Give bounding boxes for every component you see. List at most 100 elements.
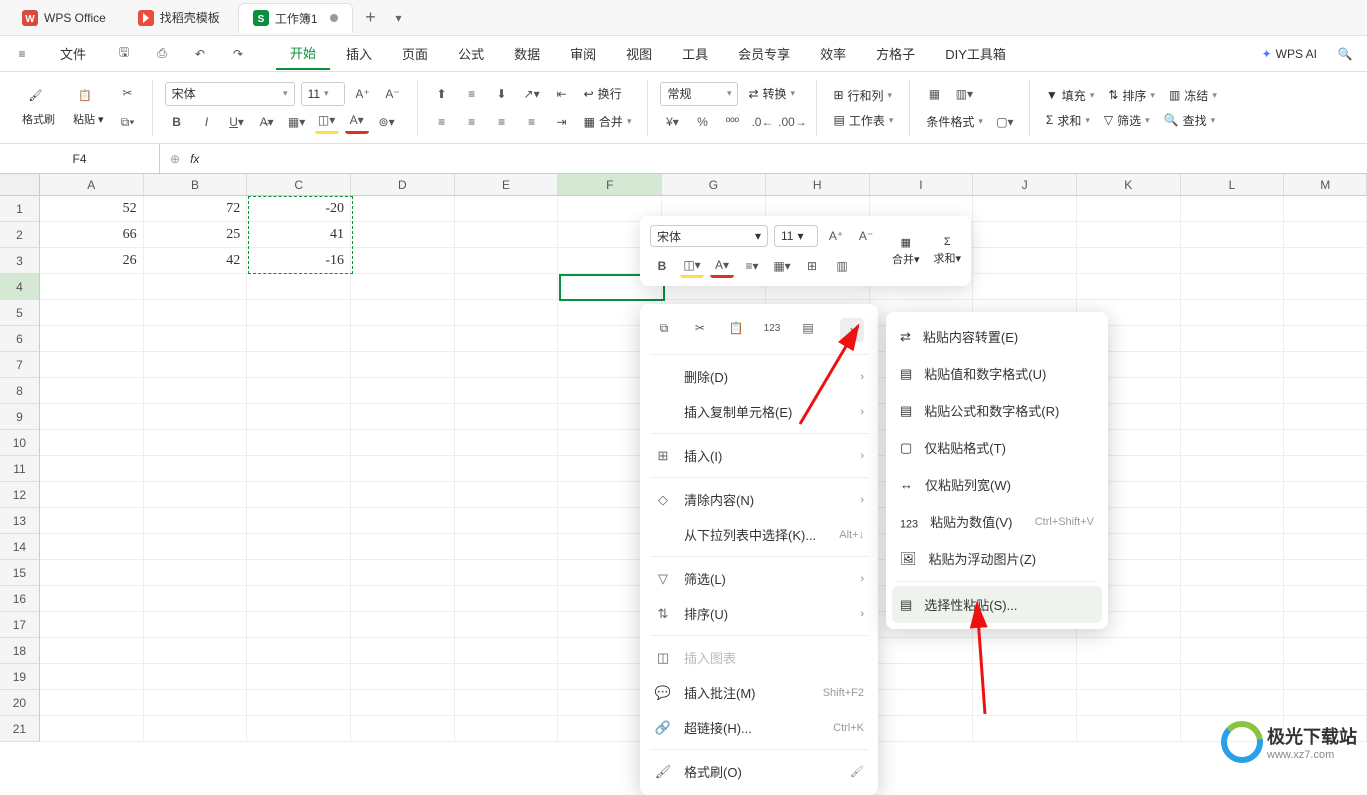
align-left-icon[interactable]: ≡ — [430, 110, 454, 134]
clear-format-icon[interactable]: ▢▾ — [993, 110, 1017, 134]
col-header-A[interactable]: A — [40, 174, 144, 195]
cell-L19[interactable] — [1181, 664, 1285, 690]
cell-D11[interactable] — [351, 456, 455, 482]
cell-D1[interactable] — [351, 196, 455, 222]
cell-M14[interactable] — [1284, 534, 1367, 560]
align-right-icon[interactable]: ≡ — [490, 110, 514, 134]
cell-B13[interactable] — [144, 508, 248, 534]
number-format-combo[interactable]: 常规▾ — [660, 82, 738, 106]
tab-menu-button[interactable]: ▾ — [385, 4, 413, 32]
cell-A5[interactable] — [40, 300, 144, 326]
select-all-corner[interactable] — [0, 174, 40, 195]
cell-C7[interactable] — [247, 352, 351, 378]
cell-M11[interactable] — [1284, 456, 1367, 482]
underline-icon[interactable]: U▾ — [225, 110, 249, 134]
sub-formula-number[interactable]: ▤粘贴公式和数字格式(R) — [886, 392, 1108, 429]
cell-J3[interactable] — [973, 248, 1077, 274]
mini-border-icon[interactable]: ▦▾ — [770, 254, 794, 278]
menu-review[interactable]: 审阅 — [556, 38, 610, 69]
row-header-4[interactable]: 4 — [0, 274, 40, 300]
cell-D21[interactable] — [351, 716, 455, 742]
cell-C14[interactable] — [247, 534, 351, 560]
rowcol-button[interactable]: ⊞行和列▾ — [829, 85, 896, 106]
cell-L4[interactable] — [1181, 274, 1285, 300]
filter-button[interactable]: ▽筛选▾ — [1100, 110, 1154, 131]
row-header-17[interactable]: 17 — [0, 612, 40, 638]
cell-L20[interactable] — [1181, 690, 1285, 716]
cell-L7[interactable] — [1181, 352, 1285, 378]
strikethrough-icon[interactable]: A̶▾ — [255, 110, 279, 134]
col-header-J[interactable]: J — [973, 174, 1077, 195]
cell-A8[interactable] — [40, 378, 144, 404]
cell-L15[interactable] — [1181, 560, 1285, 586]
cell-A1[interactable]: 52 — [40, 196, 144, 222]
ctx-delete[interactable]: 删除(D)› — [640, 359, 878, 394]
ctx-paste-values-icon[interactable]: 123 — [762, 318, 782, 338]
cell-D5[interactable] — [351, 300, 455, 326]
table-style-icon[interactable]: ▦ — [922, 82, 946, 106]
cell-L10[interactable] — [1181, 430, 1285, 456]
col-header-F[interactable]: F — [558, 174, 662, 195]
cell-A13[interactable] — [40, 508, 144, 534]
cell-L3[interactable] — [1181, 248, 1285, 274]
col-header-K[interactable]: K — [1077, 174, 1181, 195]
cell-D3[interactable] — [351, 248, 455, 274]
cell-E6[interactable] — [455, 326, 559, 352]
cell-A17[interactable] — [40, 612, 144, 638]
cell-E18[interactable] — [455, 638, 559, 664]
cell-J20[interactable] — [973, 690, 1077, 716]
cell-D12[interactable] — [351, 482, 455, 508]
row-header-20[interactable]: 20 — [0, 690, 40, 716]
cell-L17[interactable] — [1181, 612, 1285, 638]
cell-A6[interactable] — [40, 326, 144, 352]
menu-data[interactable]: 数据 — [500, 38, 554, 69]
cell-C21[interactable] — [247, 716, 351, 742]
sub-values-number[interactable]: ▤粘贴值和数字格式(U) — [886, 355, 1108, 392]
cell-M10[interactable] — [1284, 430, 1367, 456]
row-header-16[interactable]: 16 — [0, 586, 40, 612]
cancel-formula-icon[interactable]: ⊕ — [170, 152, 180, 166]
row-header-12[interactable]: 12 — [0, 482, 40, 508]
cell-B8[interactable] — [144, 378, 248, 404]
cell-M17[interactable] — [1284, 612, 1367, 638]
cell-M9[interactable] — [1284, 404, 1367, 430]
cell-I19[interactable] — [870, 664, 974, 690]
cell-D15[interactable] — [351, 560, 455, 586]
increase-indent-icon[interactable]: ⇥ — [550, 110, 574, 134]
cell-E4[interactable] — [455, 274, 559, 300]
row-header-9[interactable]: 9 — [0, 404, 40, 430]
cell-I18[interactable] — [870, 638, 974, 664]
cell-K19[interactable] — [1077, 664, 1181, 690]
font-color-icon[interactable]: A▾ — [345, 110, 369, 134]
cell-K1[interactable] — [1077, 196, 1181, 222]
cell-L8[interactable] — [1181, 378, 1285, 404]
cell-A16[interactable] — [40, 586, 144, 612]
wrap-text-button[interactable]: ↩换行 — [580, 83, 626, 104]
cell-C4[interactable] — [247, 274, 351, 300]
cell-E19[interactable] — [455, 664, 559, 690]
decrease-decimal-icon[interactable]: .0← — [750, 110, 774, 134]
cell-D16[interactable] — [351, 586, 455, 612]
sub-transpose[interactable]: ⇄粘贴内容转置(E) — [886, 318, 1108, 355]
row-header-11[interactable]: 11 — [0, 456, 40, 482]
cell-B16[interactable] — [144, 586, 248, 612]
cell-B12[interactable] — [144, 482, 248, 508]
cell-E8[interactable] — [455, 378, 559, 404]
cell-E15[interactable] — [455, 560, 559, 586]
cell-M20[interactable] — [1284, 690, 1367, 716]
mini-size-combo[interactable]: 11▾ — [774, 225, 818, 247]
cell-J4[interactable] — [973, 274, 1077, 300]
sub-as-picture[interactable]: 🖼粘贴为浮动图片(Z) — [886, 540, 1108, 577]
cell-J2[interactable] — [973, 222, 1077, 248]
mini-font-combo[interactable]: 宋体▾ — [650, 225, 768, 247]
cell-A2[interactable]: 66 — [40, 222, 144, 248]
cell-L2[interactable] — [1181, 222, 1285, 248]
cell-A14[interactable] — [40, 534, 144, 560]
cell-E10[interactable] — [455, 430, 559, 456]
mini-fill-color-icon[interactable]: ◫▾ — [680, 254, 704, 278]
fill-button[interactable]: ▼填充▾ — [1042, 85, 1098, 106]
row-header-3[interactable]: 3 — [0, 248, 40, 274]
cell-E11[interactable] — [455, 456, 559, 482]
col-header-G[interactable]: G — [662, 174, 766, 195]
mini-font-color-icon[interactable]: A▾ — [710, 254, 734, 278]
